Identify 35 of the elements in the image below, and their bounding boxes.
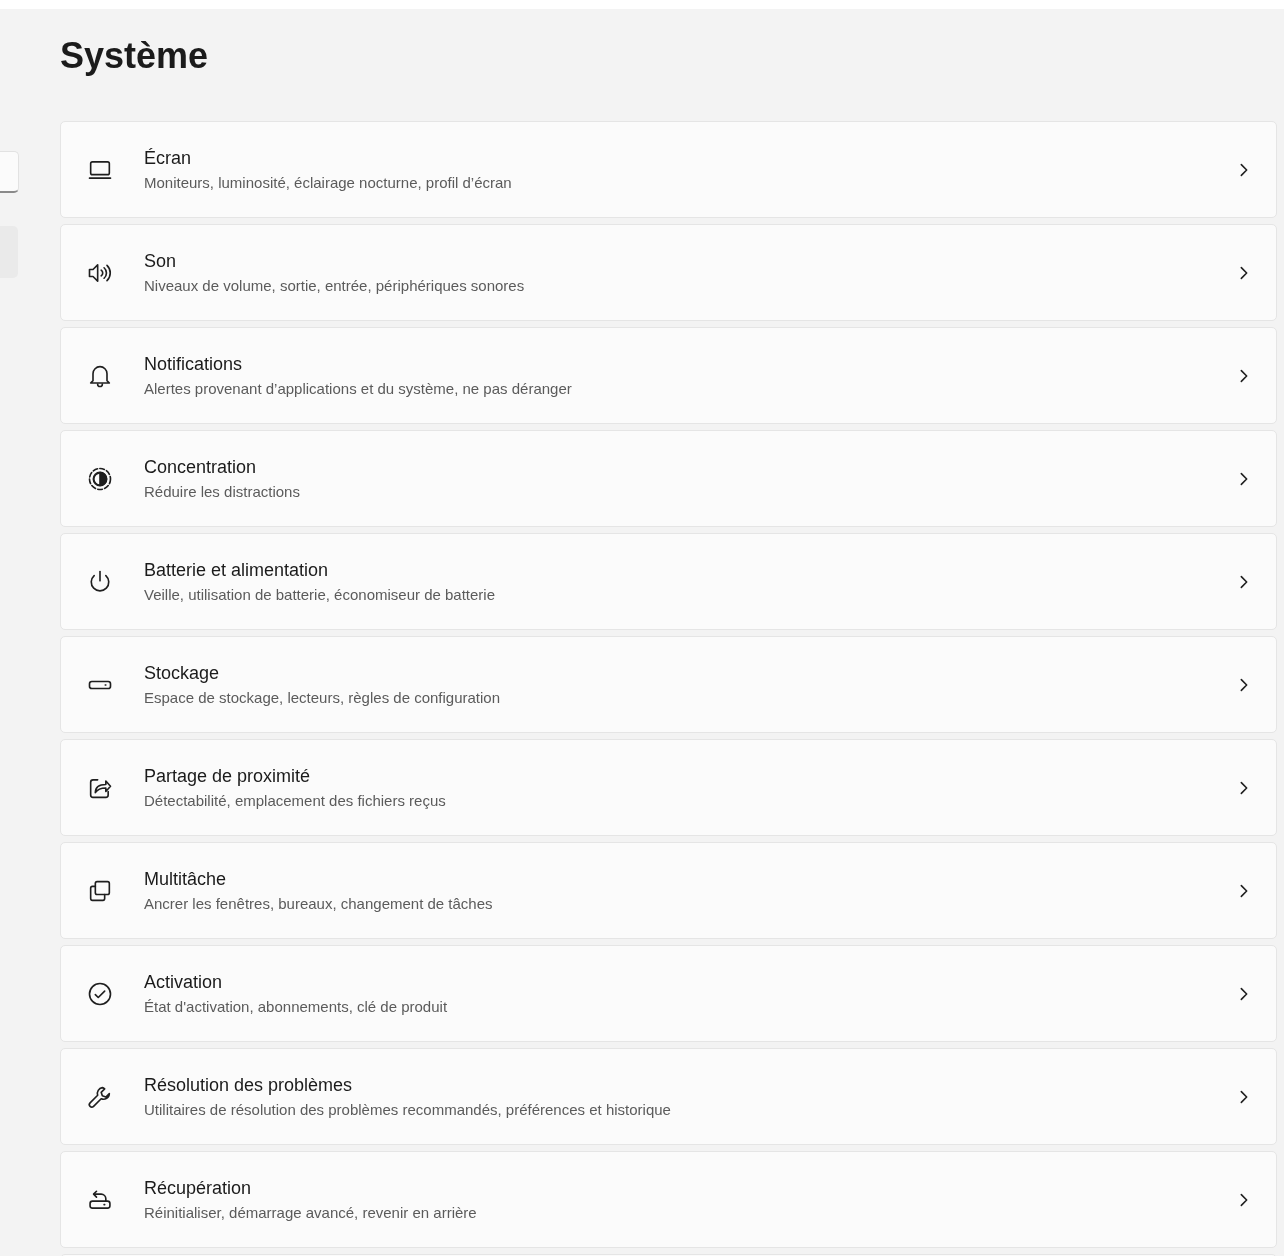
card-description: Réinitialiser, démarrage avancé, revenir en arrière [144,1203,477,1222]
card-description: Moniteurs, luminosité, éclairage nocturne, profil d’écran [144,173,512,192]
settings-card[interactable]: Activation État d'activation, abonnements, clé de produit [60,945,1277,1042]
card-title: Stockage [144,662,220,684]
settings-card[interactable]: Résolution des problèmes Utilitaires de résolution des problèmes recommandés, préférences et historique [60,1048,1277,1145]
card-description: Alertes provenant d’applications et du système, ne pas déranger [144,379,572,398]
settings-card[interactable]: Multitâche Ancrer les fenêtres, bureaux, changement de tâches [60,842,1277,939]
settings-card[interactable]: Batterie et alimentation Veille, utilisation de batterie, économiseur de batterie [60,533,1277,630]
card-description: Veille, utilisation de batterie, économiseur de batterie [144,585,496,604]
card-title: Son [144,250,177,272]
card-description: Utilitaires de résolution des problèmes recommandés, préférences et historique [144,1100,671,1119]
settings-card[interactable]: Récupération Réinitialiser, démarrage avancé, revenir en arrière [60,1151,1277,1248]
card-description: Réduire les distractions [144,482,300,501]
card-title: Écran [144,147,192,169]
card-title: Concentration [144,456,257,478]
settings-card[interactable]: Son Niveaux de volume, sortie, entrée, périphériques sonores [60,224,1277,321]
card-title: Activation [144,971,223,993]
settings-card[interactable]: Partage de proximité Détectabilité, emplacement des fichiers reçus [60,739,1277,836]
settings-card[interactable]: Notifications Alertes provenant d’applications et du système, ne pas déranger [60,327,1277,424]
settings-card[interactable]: Concentration Réduire les distractions [60,430,1277,527]
page-title: Système [60,36,209,76]
card-title: Notifications [144,353,243,375]
settings-card[interactable]: Écran Moniteurs, luminosité, éclairage nocturne, profil d’écran [60,121,1277,218]
card-title: Récupération [144,1177,252,1199]
card-description: Ancrer les fenêtres, bureaux, changement de tâches [144,894,493,913]
card-description: Espace de stockage, lecteurs, règles de configuration [144,688,501,707]
settings-card[interactable]: Stockage Espace de stockage, lecteurs, règles de configuration [60,636,1277,733]
card-title: Résolution des problèmes [144,1074,353,1096]
card-title: Batterie et alimentation [144,559,329,581]
card-description: Niveaux de volume, sortie, entrée, périphériques sonores [144,276,525,295]
card-description: État d'activation, abonnements, clé de produit [144,997,448,1016]
card-description: Détectabilité, emplacement des fichiers reçus [144,791,446,810]
card-title: Multitâche [144,868,227,890]
card-title: Partage de proximité [144,765,311,787]
search-field[interactable] [0,151,19,193]
